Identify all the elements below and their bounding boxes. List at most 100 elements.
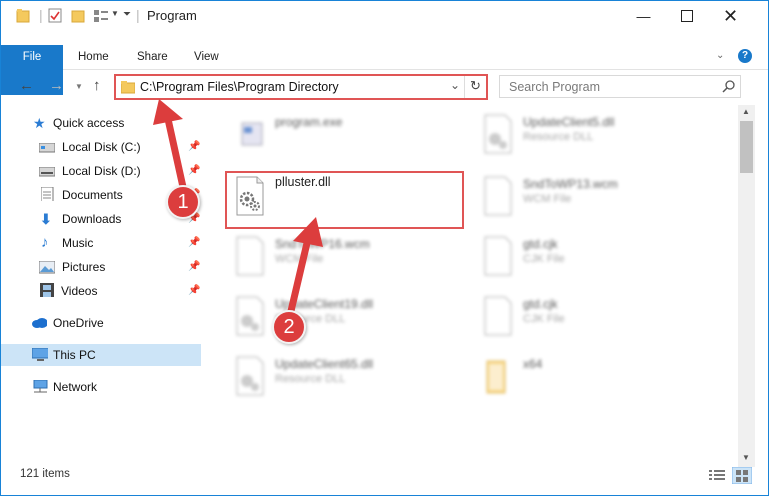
title-bar: | ▼ ⏷ | Program — ✕ <box>1 1 768 31</box>
maximize-button[interactable] <box>664 1 709 31</box>
navigation-pane: ★ Quick access Local Disk (C:) 📌 Local D… <box>1 109 202 394</box>
minimize-button[interactable]: — <box>621 1 666 31</box>
file-type: WCM File <box>523 193 572 205</box>
pin-icon[interactable]: 📌 <box>188 280 200 302</box>
back-arrow-icon[interactable]: ← <box>19 77 34 94</box>
address-bar[interactable]: C:\Program Files\Program Directory ⌄ ↻ <box>114 74 488 100</box>
sidebar-item-label: Videos <box>61 284 98 298</box>
sidebar-item-label: This PC <box>53 348 96 362</box>
pin-icon[interactable]: 📌 <box>188 256 200 278</box>
sidebar-item-videos[interactable]: Videos 📌 <box>1 280 201 302</box>
sidebar-item-label: OneDrive <box>53 316 104 330</box>
address-dropdown-icon[interactable]: ⌄ <box>450 78 460 92</box>
details-view-icon[interactable] <box>709 469 725 482</box>
pin-icon[interactable]: 📌 <box>188 232 200 254</box>
film-icon <box>40 283 54 297</box>
file-icon <box>236 236 264 276</box>
pictures-icon <box>39 261 55 274</box>
folder-icon <box>16 9 30 23</box>
forward-arrow-icon[interactable]: → <box>49 77 64 94</box>
file-icon <box>484 236 512 276</box>
explorer-window: | ▼ ⏷ | Program — ✕ File Home Share View… <box>0 0 769 496</box>
file-item[interactable]: SndToWP16.wcm WCM File <box>213 231 445 281</box>
file-name: SndToWP13.wcm <box>523 177 618 191</box>
file-name: SndToWP16.wcm <box>275 237 370 251</box>
pin-icon[interactable]: 📌 <box>188 160 200 182</box>
dll-file-icon <box>484 114 512 154</box>
close-button[interactable]: ✕ <box>708 1 753 31</box>
pin-icon[interactable]: 📌 <box>188 136 200 158</box>
sidebar-item-label: Network <box>53 380 98 394</box>
up-arrow-icon[interactable]: ↑ <box>93 77 101 94</box>
expand-ribbon-icon[interactable]: ⌄ <box>716 50 724 61</box>
view-options-icon[interactable] <box>93 8 109 23</box>
cloud-icon <box>32 318 47 328</box>
chevron-down-icon[interactable]: ▼ <box>111 9 119 18</box>
file-item[interactable]: UpdateClient5.dll Resource DLL <box>461 109 693 159</box>
new-folder-icon[interactable] <box>71 8 85 23</box>
file-list: program.exe SndToWP16.wcm WCM File Updat… <box>213 105 737 461</box>
address-path[interactable]: C:\Program Files\Program Directory <box>140 80 339 94</box>
title-separator: | <box>39 7 43 23</box>
recent-locations-icon[interactable]: ▼ <box>75 82 83 91</box>
sidebar-item-local-disk-c[interactable]: Local Disk (C:) 📌 <box>1 136 201 158</box>
tab-share[interactable]: Share <box>137 45 168 69</box>
file-type: CJK File <box>523 313 565 325</box>
file-name: UpdateClient5.dll <box>523 115 615 129</box>
file-item[interactable]: gtd.cjk CJK File <box>461 291 693 341</box>
sidebar-item-label: Local Disk (D:) <box>62 164 141 178</box>
file-item[interactable]: program.exe <box>213 109 445 159</box>
sidebar-item-onedrive[interactable]: OneDrive <box>1 312 201 334</box>
sidebar-item-label: Pictures <box>62 260 106 274</box>
vertical-scrollbar[interactable]: ▲ ▼ <box>738 105 755 467</box>
sidebar-item-label: Downloads <box>62 212 122 226</box>
computer-icon <box>32 348 48 361</box>
highlight-box <box>225 171 464 229</box>
exe-file-icon <box>241 122 263 146</box>
large-icons-view-icon[interactable] <box>732 467 752 484</box>
tab-view[interactable]: View <box>194 45 219 69</box>
dll-file-icon <box>236 296 264 336</box>
sidebar-item-this-pc[interactable]: This PC <box>1 344 201 366</box>
sidebar-item-label: Local Disk (C:) <box>62 140 141 154</box>
help-icon[interactable]: ? <box>738 49 752 63</box>
folder-icon <box>121 81 135 94</box>
sidebar-item-quick-access[interactable]: ★ Quick access <box>1 112 201 134</box>
file-icon <box>484 296 512 336</box>
scroll-thumb[interactable] <box>740 121 753 173</box>
scroll-up-icon[interactable]: ▲ <box>742 107 750 116</box>
search-icon[interactable] <box>722 80 735 93</box>
scroll-down-icon[interactable]: ▼ <box>742 453 750 462</box>
drive-icon <box>39 167 55 177</box>
sidebar-item-network[interactable]: Network <box>1 376 201 398</box>
refresh-icon[interactable]: ↻ <box>470 78 481 94</box>
sidebar-item-pictures[interactable]: Pictures 📌 <box>1 256 201 278</box>
file-item[interactable]: UpdateClient65.dll Resource DLL <box>213 351 445 401</box>
file-type: WCM File <box>275 253 324 265</box>
file-name: UpdateClient65.dll <box>275 357 374 371</box>
customize-toolbar-icon[interactable]: ⏷ <box>123 9 131 20</box>
file-type: CJK File <box>523 253 565 265</box>
folder-item[interactable]: x64 <box>461 351 693 401</box>
item-count: 121 items <box>20 468 70 480</box>
folder-icon <box>486 360 506 394</box>
file-name: gtd.cjk <box>523 237 558 251</box>
file-icon <box>484 176 512 216</box>
file-item[interactable]: gtd.cjk CJK File <box>461 231 693 281</box>
sidebar-item-label: Quick access <box>53 116 125 130</box>
star-icon: ★ <box>33 115 46 131</box>
status-bar: 121 items <box>1 463 768 487</box>
file-name: x64 <box>523 357 543 371</box>
file-item[interactable]: UpdateClient19.dll Resource DLL <box>213 291 445 341</box>
sidebar-item-music[interactable]: ♪ Music 📌 <box>1 232 201 254</box>
navigation-bar: ← → ▼ ↑ C:\Program Files\Program Directo… <box>1 71 768 103</box>
file-type: Resource DLL <box>275 373 346 385</box>
file-name: gtd.cjk <box>523 297 558 311</box>
properties-icon[interactable] <box>48 8 62 23</box>
network-icon <box>33 380 48 393</box>
document-icon <box>41 187 54 201</box>
tab-home[interactable]: Home <box>78 45 109 69</box>
file-item[interactable]: SndToWP13.wcm WCM File <box>461 171 693 221</box>
sidebar-item-local-disk-d[interactable]: Local Disk (D:) 📌 <box>1 160 201 182</box>
search-input[interactable]: Search Program <box>499 75 741 98</box>
